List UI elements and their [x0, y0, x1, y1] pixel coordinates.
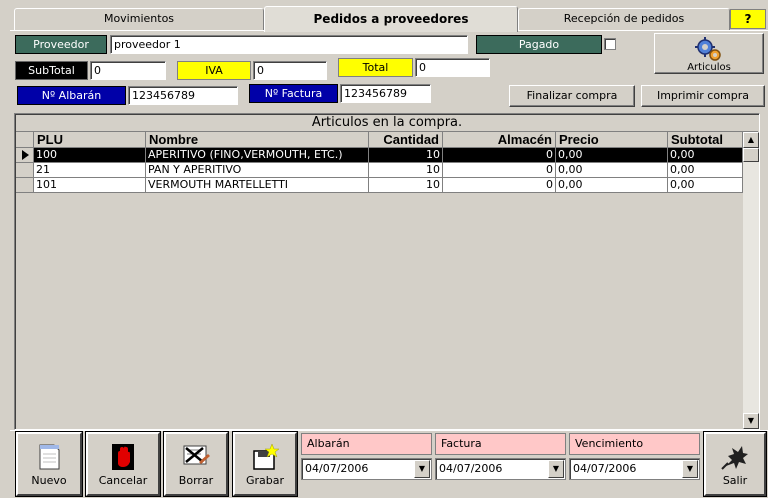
- row-indicator: [16, 148, 34, 163]
- arrow-down-icon: ▼: [747, 416, 755, 425]
- cancelar-button[interactable]: Cancelar: [85, 431, 161, 497]
- cell-almacen[interactable]: 0: [443, 163, 556, 178]
- articulos-button[interactable]: Articulos: [654, 33, 764, 74]
- grid-header-cantidad[interactable]: Cantidad: [369, 132, 443, 148]
- imprimir-compra-button[interactable]: Imprimir compra: [641, 85, 765, 107]
- table-row[interactable]: 100 APERITIVO (FINO,VERMOUTH, ETC.) 10 0…: [16, 148, 743, 163]
- albaran-number-field[interactable]: 123456789: [128, 86, 238, 105]
- albaran-date-label: Albarán: [301, 433, 432, 455]
- cell-nombre[interactable]: PAN Y APERITIVO: [146, 163, 369, 178]
- scroll-thumb[interactable]: [743, 148, 759, 162]
- cell-nombre[interactable]: VERMOUTH MARTELLETTI: [146, 178, 369, 193]
- iva-label: IVA: [177, 61, 251, 80]
- proveedor-label: Proveedor: [15, 35, 107, 54]
- cell-subtotal[interactable]: 0,00: [668, 178, 743, 193]
- chevron-down-icon: ▼: [686, 464, 694, 473]
- chevron-down-icon: ▼: [418, 464, 426, 473]
- salir-label: Salir: [722, 474, 748, 487]
- grid-header-precio[interactable]: Precio: [556, 132, 668, 148]
- gears-icon: [695, 37, 721, 61]
- grid-header-plu[interactable]: PLU: [34, 132, 146, 148]
- factura-date-dropdown[interactable]: ▼: [548, 460, 564, 478]
- albaran-date-select[interactable]: 04/07/2006 ▼: [301, 458, 432, 480]
- cell-subtotal[interactable]: 0,00: [668, 148, 743, 163]
- cell-subtotal[interactable]: 0,00: [668, 163, 743, 178]
- factura-date-select[interactable]: 04/07/2006 ▼: [435, 458, 566, 480]
- help-button[interactable]: ?: [730, 9, 766, 29]
- subtotal-label: SubTotal: [15, 61, 88, 80]
- cell-plu[interactable]: 101: [34, 178, 146, 193]
- tab-label: Recepción de pedidos: [563, 12, 685, 25]
- stop-hand-icon: [112, 444, 134, 470]
- salir-button[interactable]: Salir: [703, 431, 767, 497]
- grid-title: Articulos en la compra.: [16, 115, 758, 132]
- cancelar-label: Cancelar: [98, 474, 148, 487]
- scroll-up-button[interactable]: ▲: [743, 132, 759, 148]
- row-pointer-icon: [22, 150, 29, 160]
- articulos-grid[interactable]: Articulos en la compra. PLU Nombre Canti…: [14, 113, 760, 430]
- finalizar-compra-label: Finalizar compra: [526, 89, 618, 102]
- nuevo-button[interactable]: Nuevo: [15, 431, 83, 497]
- cell-almacen[interactable]: 0: [443, 178, 556, 193]
- grabar-button[interactable]: Grabar: [232, 431, 298, 497]
- table-row[interactable]: 101 VERMOUTH MARTELLETTI 10 0 0,00 0,00: [16, 178, 743, 193]
- grid-header-nombre[interactable]: Nombre: [146, 132, 369, 148]
- subtotal-field[interactable]: 0: [90, 61, 166, 80]
- finalizar-compra-button[interactable]: Finalizar compra: [509, 85, 635, 107]
- cell-plu[interactable]: 21: [34, 163, 146, 178]
- cell-almacen[interactable]: 0: [443, 148, 556, 163]
- help-label: ?: [744, 12, 752, 26]
- pagado-checkbox[interactable]: [604, 38, 616, 50]
- grid-header-indicator: [16, 132, 34, 148]
- albaran-date-value: 04/07/2006: [305, 462, 369, 475]
- arrow-up-icon: ▲: [747, 135, 755, 144]
- erase-icon: [183, 445, 210, 465]
- cell-precio[interactable]: 0,00: [556, 148, 668, 163]
- vencimiento-date-select[interactable]: 04/07/2006 ▼: [569, 458, 700, 480]
- borrar-button[interactable]: Borrar: [163, 431, 229, 497]
- tab-recepcion-pedidos[interactable]: Recepción de pedidos: [518, 8, 730, 30]
- borrar-label: Borrar: [178, 474, 214, 487]
- vencimiento-date-value: 04/07/2006: [573, 462, 637, 475]
- tab-label: Pedidos a proveedores: [313, 12, 469, 26]
- proveedor-field[interactable]: proveedor 1: [110, 35, 468, 54]
- new-document-icon: [39, 444, 60, 470]
- grid-header-almacen[interactable]: Almacén: [443, 132, 556, 148]
- scroll-down-button[interactable]: ▼: [743, 413, 759, 429]
- table-row[interactable]: 21 PAN Y APERITIVO 10 0 0,00 0,00: [16, 163, 743, 178]
- imprimir-compra-label: Imprimir compra: [656, 89, 750, 102]
- save-icon: [253, 443, 280, 470]
- factura-date-label: Factura: [435, 433, 566, 455]
- cell-precio[interactable]: 0,00: [556, 178, 668, 193]
- cell-plu[interactable]: 100: [34, 148, 146, 163]
- articulos-label: Articulos: [687, 62, 731, 73]
- row-indicator: [16, 178, 34, 193]
- albaran-number-label: Nº Albarán: [17, 86, 126, 105]
- cell-nombre[interactable]: APERITIVO (FINO,VERMOUTH, ETC.): [146, 148, 369, 163]
- vencimiento-date-dropdown[interactable]: ▼: [682, 460, 698, 478]
- vencimiento-date-label: Vencimiento: [569, 433, 700, 455]
- grid-header-subtotal[interactable]: Subtotal: [668, 132, 743, 148]
- pagado-label: Pagado: [476, 35, 602, 54]
- total-field[interactable]: 0: [415, 58, 490, 77]
- nuevo-label: Nuevo: [31, 474, 67, 487]
- cell-precio[interactable]: 0,00: [556, 163, 668, 178]
- factura-number-field[interactable]: 123456789: [340, 84, 431, 103]
- row-indicator: [16, 163, 34, 178]
- exit-icon: [721, 446, 748, 470]
- tab-pedidos-proveedores[interactable]: Pedidos a proveedores: [264, 6, 518, 32]
- cell-cantidad[interactable]: 10: [369, 163, 443, 178]
- chevron-down-icon: ▼: [552, 464, 560, 473]
- grabar-label: Grabar: [245, 474, 285, 487]
- factura-date-value: 04/07/2006: [439, 462, 503, 475]
- albaran-date-dropdown[interactable]: ▼: [414, 460, 430, 478]
- tab-label: Movimientos: [103, 12, 175, 25]
- cell-cantidad[interactable]: 10: [369, 148, 443, 163]
- factura-number-label: Nº Factura: [249, 84, 338, 103]
- tab-movimientos[interactable]: Movimientos: [14, 8, 264, 30]
- cell-cantidad[interactable]: 10: [369, 178, 443, 193]
- total-label: Total: [338, 58, 413, 77]
- iva-field[interactable]: 0: [253, 61, 327, 80]
- grid-scrollbar[interactable]: ▲ ▼: [743, 132, 759, 429]
